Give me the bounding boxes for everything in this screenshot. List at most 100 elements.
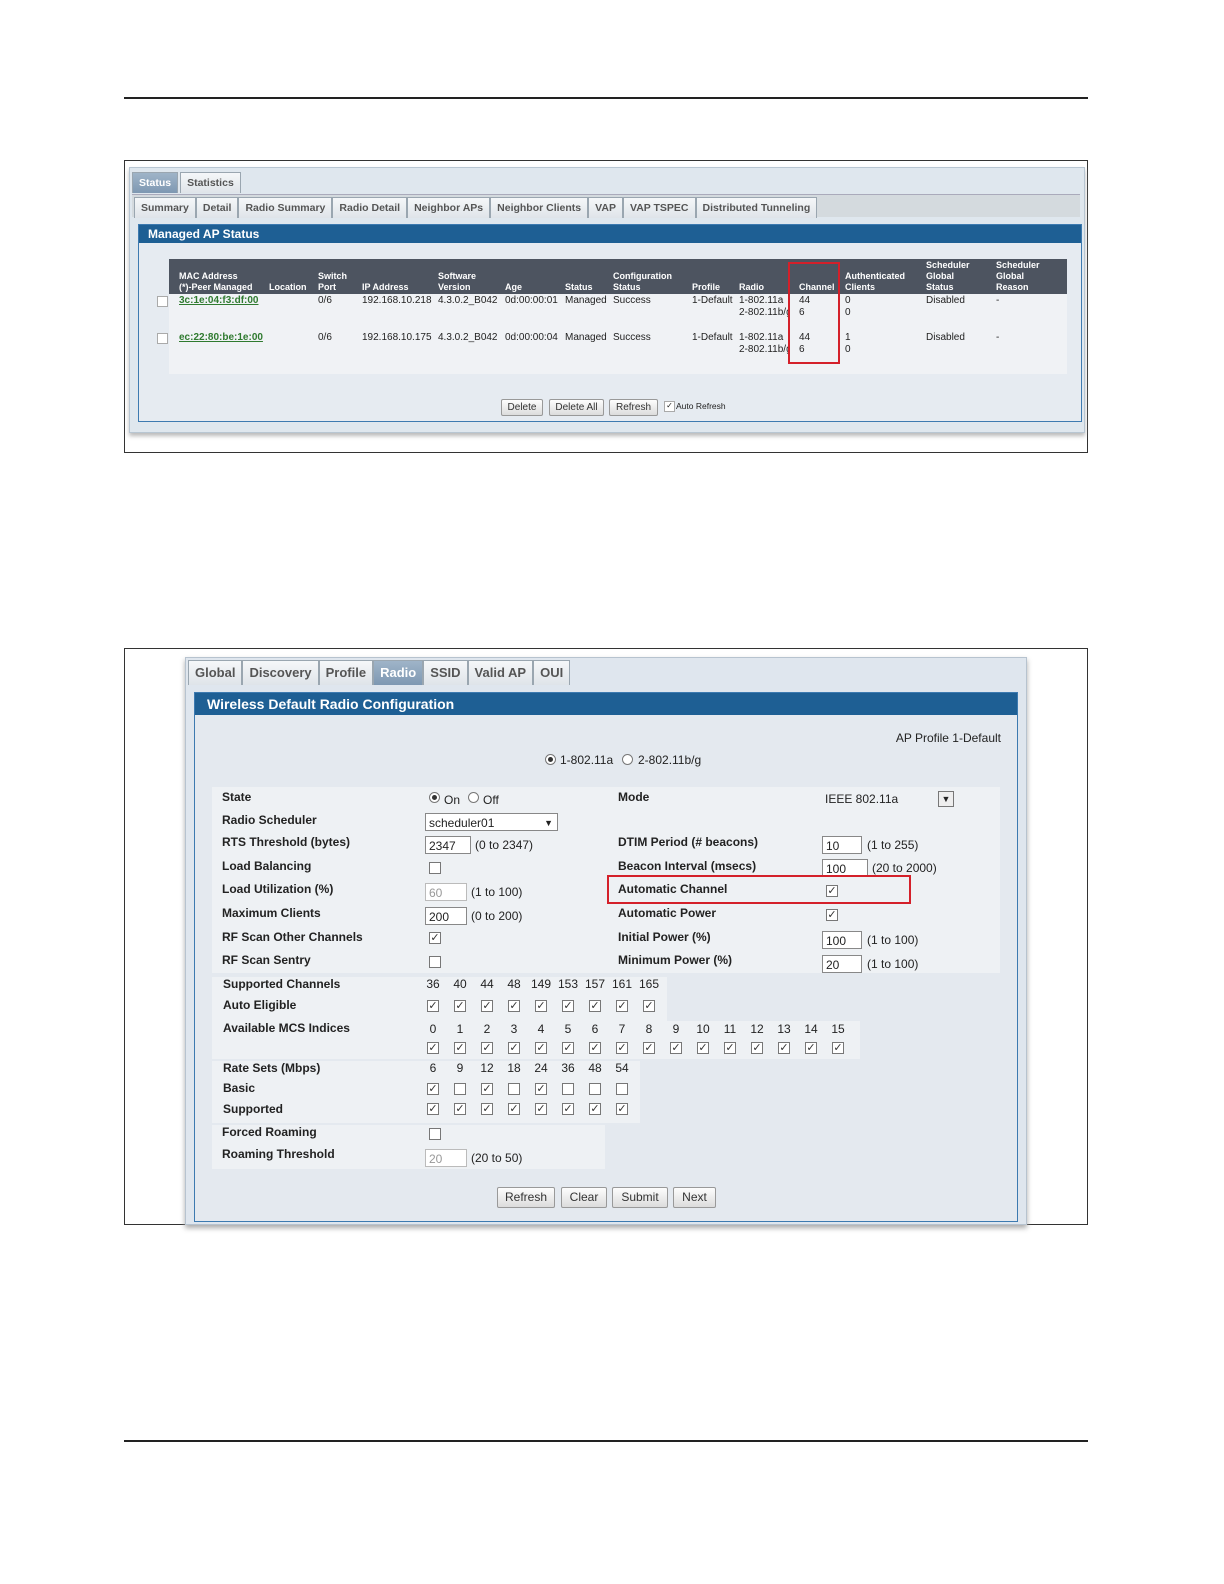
tab-neighbor-aps[interactable]: Neighbor APs: [407, 197, 491, 218]
channel-checkbox[interactable]: ✓: [481, 1000, 493, 1012]
forced-roaming-checkbox[interactable]: [429, 1128, 441, 1140]
load-balancing-checkbox[interactable]: [429, 862, 441, 874]
tab-profile[interactable]: Profile: [318, 660, 374, 685]
mode-select[interactable]: IEEE 802.11a ▼: [822, 790, 954, 808]
refresh-button[interactable]: Refresh: [497, 1187, 555, 1208]
tab-radio-detail[interactable]: Radio Detail: [332, 197, 408, 218]
tab-discovery[interactable]: Discovery: [242, 660, 319, 685]
mcs-checkbox[interactable]: ✓: [697, 1042, 709, 1054]
auto-power-checkbox[interactable]: ✓: [826, 909, 838, 921]
rate-checkbox[interactable]: ✓: [589, 1103, 601, 1115]
rate-checkbox[interactable]: ✓: [562, 1103, 574, 1115]
tab-ssid[interactable]: SSID: [423, 660, 468, 685]
mcs-checkbox[interactable]: ✓: [724, 1042, 736, 1054]
initial-power-label: Initial Power (%): [618, 930, 711, 944]
rate-checkbox[interactable]: ✓: [481, 1103, 493, 1115]
max-clients-input[interactable]: 200: [425, 907, 467, 925]
mcs-checkbox[interactable]: ✓: [616, 1042, 628, 1054]
channel-checkbox[interactable]: ✓: [616, 1000, 628, 1012]
mcs-checkbox[interactable]: ✓: [589, 1042, 601, 1054]
rate-checkbox[interactable]: [616, 1083, 628, 1095]
initial-power-input[interactable]: 100: [822, 931, 862, 949]
tab-vap-tspec[interactable]: VAP TSPEC: [622, 197, 696, 218]
mcs-checkbox[interactable]: ✓: [508, 1042, 520, 1054]
mcs-checkbox[interactable]: ✓: [778, 1042, 790, 1054]
rate-checkbox[interactable]: ✓: [535, 1083, 547, 1095]
tab-statistics[interactable]: Statistics: [180, 172, 241, 193]
rate-checkbox[interactable]: ✓: [616, 1103, 628, 1115]
channel-checkbox[interactable]: ✓: [508, 1000, 520, 1012]
mcs-checkbox[interactable]: ✓: [805, 1042, 817, 1054]
tab-neighbor-clients[interactable]: Neighbor Clients: [490, 197, 589, 218]
tab-radio-summary[interactable]: Radio Summary: [238, 197, 333, 218]
min-power-input[interactable]: 20: [822, 955, 862, 973]
rate-checkbox[interactable]: [508, 1083, 520, 1095]
tab-status[interactable]: Status: [132, 172, 179, 193]
software-version: 4.3.0.2_B042: [438, 295, 498, 306]
col-location: Location: [269, 282, 307, 292]
rate-checkbox[interactable]: ✓: [508, 1103, 520, 1115]
mac-link[interactable]: 3c:1e:04:f3:df:00: [179, 295, 258, 306]
rate-checkbox[interactable]: [562, 1083, 574, 1095]
delete-button[interactable]: Delete: [501, 399, 543, 416]
tab-radio[interactable]: Radio: [373, 660, 424, 685]
roaming-threshold-input[interactable]: 20: [425, 1149, 467, 1167]
mcs-checkbox[interactable]: ✓: [535, 1042, 547, 1054]
min-power-range: (1 to 100): [867, 957, 919, 971]
channel-checkbox[interactable]: ✓: [562, 1000, 574, 1012]
mcs-checkbox[interactable]: ✓: [832, 1042, 844, 1054]
mcs-checkbox[interactable]: ✓: [670, 1042, 682, 1054]
rf-scan-sentry-checkbox[interactable]: [429, 956, 441, 968]
min-power-label: Minimum Power (%): [618, 953, 733, 967]
submit-button[interactable]: Submit: [612, 1187, 668, 1208]
rate-checkbox[interactable]: ✓: [535, 1103, 547, 1115]
radio-2-802-11bg[interactable]: [622, 754, 633, 765]
channel-highlight: [788, 262, 840, 364]
clear-button[interactable]: Clear: [561, 1187, 607, 1208]
mcs-checkbox[interactable]: ✓: [481, 1042, 493, 1054]
refresh-button[interactable]: Refresh: [609, 399, 658, 416]
tab-global[interactable]: Global: [188, 660, 243, 685]
tab-distributed-tunneling[interactable]: Distributed Tunneling: [695, 197, 818, 218]
tab-valid-ap[interactable]: Valid AP: [467, 660, 534, 685]
tab-summary[interactable]: Summary: [134, 197, 196, 218]
tab-oui[interactable]: OUI: [533, 660, 571, 685]
load-utilization-input[interactable]: 60: [425, 883, 467, 901]
channel-number: 149: [530, 977, 552, 991]
rate-checkbox[interactable]: ✓: [427, 1083, 439, 1095]
delete-all-button[interactable]: Delete All: [549, 399, 604, 416]
dtim-input[interactable]: 10: [822, 836, 862, 854]
mac-link[interactable]: ec:22:80:be:1e:00: [179, 332, 263, 343]
channel-checkbox[interactable]: ✓: [643, 1000, 655, 1012]
mcs-checkbox[interactable]: ✓: [643, 1042, 655, 1054]
mcs-number: 0: [429, 1022, 437, 1036]
col-ip: IP Address: [362, 282, 409, 292]
channel-checkbox[interactable]: ✓: [535, 1000, 547, 1012]
rate-checkbox[interactable]: ✓: [454, 1103, 466, 1115]
rts-threshold-input[interactable]: 2347: [425, 836, 471, 854]
mcs-checkbox[interactable]: ✓: [562, 1042, 574, 1054]
rate-checkbox[interactable]: ✓: [481, 1083, 493, 1095]
state-on-radio[interactable]: [429, 792, 440, 803]
rate-checkbox[interactable]: ✓: [427, 1103, 439, 1115]
channel-checkbox[interactable]: ✓: [454, 1000, 466, 1012]
radio-scheduler-select[interactable]: scheduler01 ▼: [425, 813, 558, 831]
tab-detail[interactable]: Detail: [195, 197, 239, 218]
channel-checkbox[interactable]: ✓: [589, 1000, 601, 1012]
state-off-radio[interactable]: [468, 792, 479, 803]
mcs-checkbox[interactable]: ✓: [454, 1042, 466, 1054]
tab-vap[interactable]: VAP: [588, 197, 623, 218]
mcs-checkbox[interactable]: ✓: [427, 1042, 439, 1054]
auto-refresh-checkbox[interactable]: ✓: [664, 401, 675, 412]
radio-1-802-11a[interactable]: [545, 754, 556, 765]
row-select-checkbox[interactable]: [157, 333, 168, 344]
channel-checkbox[interactable]: ✓: [427, 1000, 439, 1012]
rate-checkbox[interactable]: [454, 1083, 466, 1095]
next-button[interactable]: Next: [673, 1187, 716, 1208]
row-select-checkbox[interactable]: [157, 296, 168, 307]
profile: 1-Default: [692, 295, 733, 306]
mcs-checkbox[interactable]: ✓: [751, 1042, 763, 1054]
rate-checkbox[interactable]: [589, 1083, 601, 1095]
rf-scan-other-checkbox[interactable]: ✓: [429, 932, 441, 944]
radio-config-screenshot: Global Discovery Profile Radio SSID Vali…: [124, 648, 1088, 1225]
